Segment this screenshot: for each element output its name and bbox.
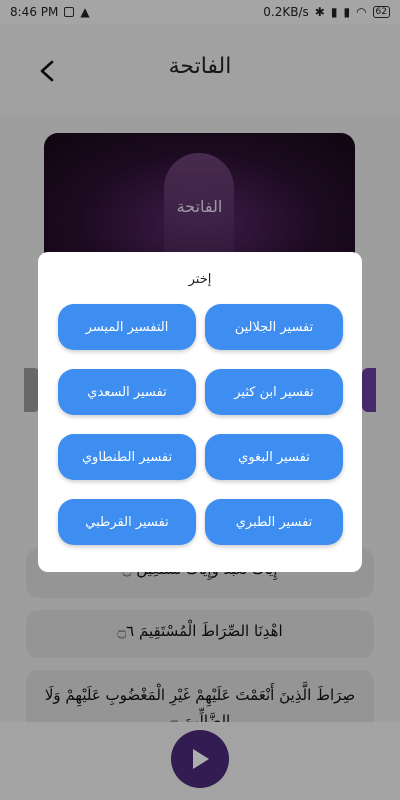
tafsir-tabari-button[interactable]: تفسير الطبري (205, 499, 343, 545)
tafsir-qurtubi-button[interactable]: تفسير القرطبي (58, 499, 196, 545)
button-label: التفسير الميسر (85, 319, 169, 335)
button-label: تفسير الجلالين (234, 319, 314, 335)
tafsir-saadi-button[interactable]: تفسير السعدي (58, 369, 196, 415)
tafsir-tantawi-button[interactable]: تفسير الطنطاوي (58, 434, 196, 480)
tafsir-muyassar-button[interactable]: التفسير الميسر (58, 304, 196, 350)
button-label: تفسير الطنطاوي (81, 449, 173, 465)
button-label: تفسير القرطبي (85, 514, 169, 530)
button-label: تفسير الطبري (235, 514, 313, 530)
button-label: تفسير السعدي (87, 384, 167, 400)
tafsir-jalalain-button[interactable]: تفسير الجلالين (205, 304, 343, 350)
button-label: تفسير ابن كثير (234, 384, 314, 400)
tafsir-chooser-dialog: إختر تفسير الجلالين التفسير الميسر تفسير… (38, 252, 362, 572)
button-label: تفسير البغوي (238, 449, 310, 465)
tafsir-ibn-kathir-button[interactable]: تفسير ابن كثير (205, 369, 343, 415)
dialog-title: إختر (188, 272, 212, 287)
tafsir-baghawi-button[interactable]: تفسير البغوي (205, 434, 343, 480)
